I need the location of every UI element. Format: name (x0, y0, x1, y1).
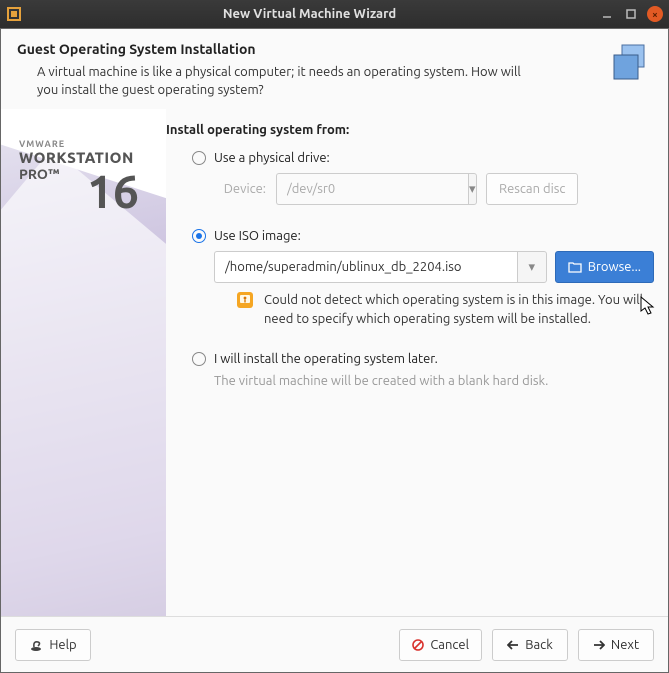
option-install-later[interactable]: I will install the operating system late… (166, 352, 654, 388)
maximize-icon[interactable] (623, 6, 639, 22)
next-button[interactable]: Next (578, 629, 654, 661)
titlebar: New Virtual Machine Wizard × (0, 0, 669, 28)
app-icon (6, 6, 22, 22)
chevron-down-icon: ▾ (468, 173, 477, 205)
device-label: Device: (214, 182, 266, 196)
arrow-left-icon (507, 639, 519, 651)
minimize-icon[interactable] (599, 6, 615, 22)
radio-physical[interactable] (192, 151, 206, 165)
rescan-button: Rescan disc (486, 173, 578, 205)
brand-vendor: VMWARE (19, 139, 134, 149)
page-title: Guest Operating System Installation (17, 41, 598, 63)
iso-warning-text: Could not detect which operating system … (264, 291, 654, 327)
radio-later[interactable] (192, 352, 206, 366)
cancel-button[interactable]: Cancel (399, 629, 482, 661)
radio-iso[interactable] (192, 229, 206, 243)
later-hint: The virtual machine will be created with… (192, 374, 654, 388)
brand-version: 16 (87, 165, 139, 217)
back-button[interactable]: Back (492, 629, 568, 661)
device-select (276, 173, 468, 205)
radio-later-label[interactable]: I will install the operating system late… (214, 352, 438, 366)
header-vm-icon (608, 41, 652, 85)
brand-sidebar: VMWARE WORKSTATION PRO™ 16 (1, 109, 166, 616)
iso-path-input[interactable] (214, 251, 517, 283)
wizard-footer: Help Cancel Back Next (1, 616, 668, 672)
radio-iso-label[interactable]: Use ISO image: (214, 229, 301, 243)
window-title: New Virtual Machine Wizard (28, 7, 591, 21)
close-icon[interactable]: × (647, 6, 663, 22)
browse-button[interactable]: Browse... (555, 251, 654, 283)
radio-physical-label[interactable]: Use a physical drive: (214, 151, 330, 165)
folder-open-icon (568, 260, 582, 274)
option-iso-image[interactable]: Use ISO image: ▾ Browse... (166, 229, 654, 327)
wizard-header: Guest Operating System Installation A vi… (1, 29, 668, 109)
warning-icon (236, 291, 254, 309)
help-button[interactable]: Help (15, 629, 91, 661)
help-icon (29, 638, 43, 652)
chevron-down-icon[interactable]: ▾ (517, 251, 547, 283)
arrow-right-icon (593, 639, 605, 651)
cancel-icon (412, 639, 424, 651)
option-physical-drive[interactable]: Use a physical drive: Device: ▾ Rescan d… (166, 151, 654, 205)
page-subtitle: A virtual machine is like a physical com… (17, 63, 537, 99)
form-heading: Install operating system from: (166, 123, 654, 137)
brand-product: WORKSTATION (19, 149, 134, 166)
